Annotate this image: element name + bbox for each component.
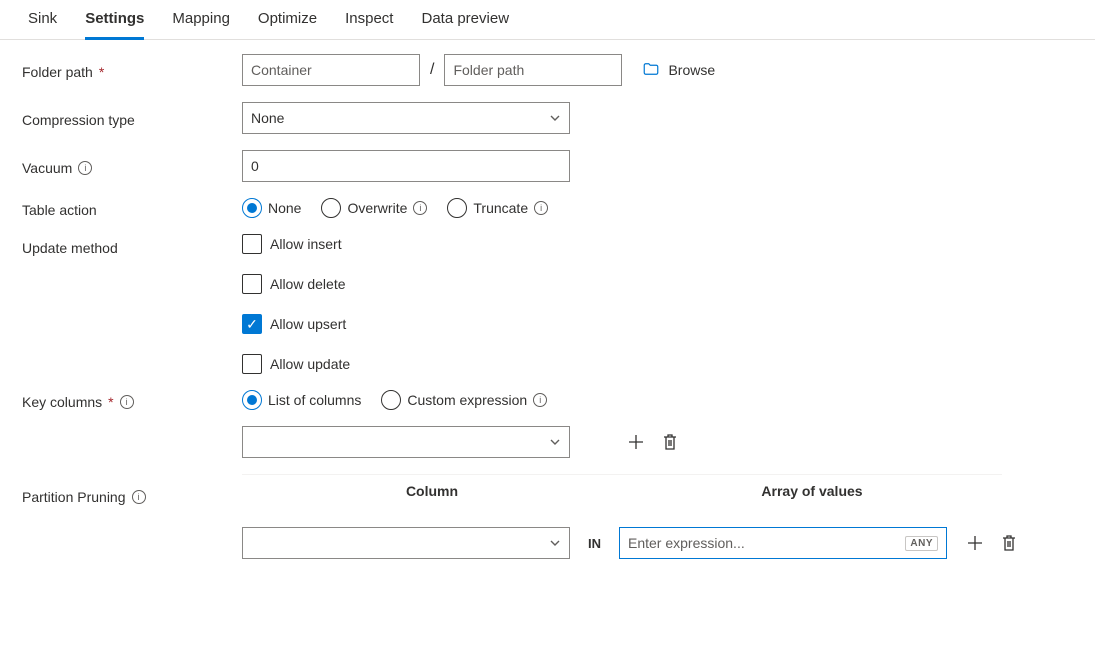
info-icon[interactable]: i: [534, 201, 548, 215]
delete-key-column-button[interactable]: [660, 432, 680, 452]
path-separator: /: [430, 61, 434, 79]
tab-data-preview[interactable]: Data preview: [421, 10, 509, 39]
radio-key-list[interactable]: List of columns: [242, 390, 361, 410]
info-icon[interactable]: i: [132, 490, 146, 504]
checkbox-allow-insert[interactable]: Allow insert: [242, 234, 350, 254]
tab-settings[interactable]: Settings: [85, 10, 144, 40]
expression-input[interactable]: Enter expression... ANY: [619, 527, 947, 559]
label-compression-type: Compression type: [22, 108, 242, 128]
partition-column-header: Column: [242, 483, 622, 499]
chevron-down-icon: [549, 537, 561, 549]
any-badge: ANY: [905, 536, 938, 551]
chevron-down-icon: [549, 112, 561, 124]
radio-table-none[interactable]: None: [242, 198, 301, 218]
checkmark-icon: ✓: [246, 317, 258, 331]
add-partition-row-button[interactable]: [965, 533, 985, 553]
required-asterisk: *: [99, 64, 104, 80]
radio-table-truncate[interactable]: Truncate i: [447, 198, 548, 218]
tab-inspect[interactable]: Inspect: [345, 10, 393, 39]
key-column-select[interactable]: [242, 426, 570, 458]
required-asterisk: *: [108, 394, 113, 410]
folder-path-input[interactable]: [444, 54, 622, 86]
checkbox-allow-delete[interactable]: Allow delete: [242, 274, 350, 294]
tab-bar: Sink Settings Mapping Optimize Inspect D…: [0, 0, 1095, 40]
tab-sink[interactable]: Sink: [28, 10, 57, 39]
folder-icon: [642, 60, 660, 81]
container-input[interactable]: [242, 54, 420, 86]
label-partition-pruning: Partition Pruning i: [22, 483, 242, 505]
info-icon[interactable]: i: [120, 395, 134, 409]
checkbox-allow-update[interactable]: Allow update: [242, 354, 350, 374]
chevron-down-icon: [549, 436, 561, 448]
section-divider: [242, 474, 1002, 475]
checkbox-allow-upsert[interactable]: ✓ Allow upsert: [242, 314, 350, 334]
label-update-method: Update method: [22, 234, 242, 256]
tab-mapping[interactable]: Mapping: [172, 10, 230, 39]
info-icon[interactable]: i: [78, 161, 92, 175]
label-table-action: Table action: [22, 198, 242, 218]
partition-array-header: Array of values: [622, 483, 1002, 499]
radio-table-overwrite[interactable]: Overwrite i: [321, 198, 427, 218]
in-operator-label: IN: [588, 536, 601, 551]
tab-optimize[interactable]: Optimize: [258, 10, 317, 39]
delete-partition-row-button[interactable]: [999, 533, 1019, 553]
compression-type-select[interactable]: None: [242, 102, 570, 134]
browse-button[interactable]: Browse: [642, 60, 715, 81]
radio-key-custom[interactable]: Custom expression i: [381, 390, 547, 410]
add-key-column-button[interactable]: [626, 432, 646, 452]
info-icon[interactable]: i: [413, 201, 427, 215]
label-folder-path: Folder path*: [22, 60, 242, 80]
vacuum-input[interactable]: [242, 150, 570, 182]
label-vacuum: Vacuum i: [22, 156, 242, 176]
partition-column-select[interactable]: [242, 527, 570, 559]
info-icon[interactable]: i: [533, 393, 547, 407]
label-key-columns: Key columns* i: [22, 390, 242, 410]
